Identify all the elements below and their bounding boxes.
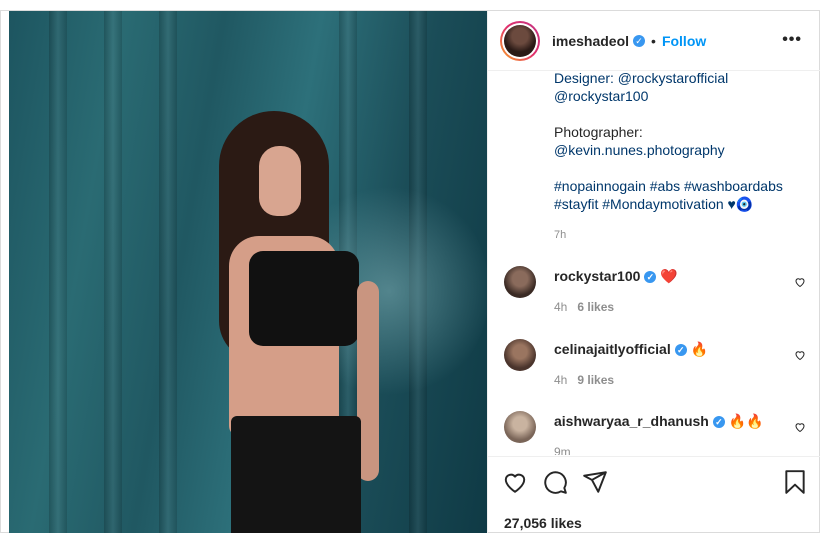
post-header: imeshadeol ✓ • Follow •••	[488, 11, 820, 71]
caption-designer-handle[interactable]: @rockystar100	[554, 87, 804, 105]
post-side-panel: imeshadeol ✓ • Follow ••• Designer: @roc…	[487, 11, 820, 533]
heart-icon[interactable]	[502, 469, 528, 495]
caption-photographer-handle[interactable]: @kevin.nunes.photography	[554, 141, 804, 159]
comment-item: rockystar100 ✓ ❤️ 4h 6 likes	[488, 266, 820, 336]
comment-heart-icon[interactable]	[794, 421, 806, 433]
comment-avatar[interactable]	[504, 411, 536, 443]
comment-likes[interactable]: 9 likes	[577, 373, 614, 387]
verified-badge-icon: ✓	[712, 416, 725, 429]
comment-text: 🔥	[690, 341, 709, 357]
caption-hashtags-2[interactable]: #stayfit #Mondaymotivation ♥🧿	[554, 195, 804, 213]
caption-photographer-label: Photographer:	[554, 124, 643, 140]
caption-timestamp[interactable]: 7h	[554, 229, 566, 241]
comment-avatar[interactable]	[504, 339, 536, 371]
comment-meta: 4h 6 likes	[554, 300, 614, 314]
curtain-fold	[104, 11, 122, 533]
comment-heart-icon[interactable]	[794, 276, 806, 288]
comment-username[interactable]: aishwaryaa_r_dhanush	[554, 413, 709, 429]
comment-time[interactable]: 4h	[554, 300, 567, 314]
comment-time[interactable]: 9m	[554, 445, 571, 455]
comment-text: 🔥🔥	[728, 413, 764, 429]
avatar-inner	[502, 22, 538, 59]
post-photo[interactable]	[9, 11, 487, 533]
verified-badge-icon: ✓	[674, 344, 687, 357]
header-separator: •	[651, 32, 656, 49]
post-caption: Designer: @rockystarofficial @rockystar1…	[554, 69, 804, 213]
caption-hashtags-1[interactable]: #nopainnogain #abs #washboardabs	[554, 177, 804, 195]
bookmark-icon[interactable]	[782, 469, 808, 495]
comment-item: celinajaitlyofficial ✓ 🔥 4h 9 likes	[488, 339, 820, 409]
caption-designer[interactable]: Designer: @rockystarofficial	[554, 69, 804, 87]
comment-heart-icon[interactable]	[794, 349, 806, 361]
avatar-image	[504, 24, 536, 57]
follow-button[interactable]: Follow	[662, 33, 706, 49]
comment-text: ❤️	[660, 268, 678, 284]
comment-item: aishwaryaa_r_dhanush ✓ 🔥🔥 9m	[488, 411, 820, 455]
profile-avatar[interactable]	[500, 20, 540, 61]
more-options-icon[interactable]: •••	[782, 31, 802, 49]
likes-count[interactable]: 27,056 likes	[504, 515, 582, 531]
curtain-fold	[159, 11, 177, 533]
comment-meta: 9m	[554, 445, 571, 455]
comment-username[interactable]: celinajaitlyofficial	[554, 341, 671, 357]
comment-header: celinajaitlyofficial ✓ 🔥	[554, 341, 708, 358]
comment-likes[interactable]: 6 likes	[577, 300, 614, 314]
instagram-post: imeshadeol ✓ • Follow ••• Designer: @roc…	[0, 10, 820, 533]
subject-top	[249, 251, 359, 346]
comment-username[interactable]: rockystar100	[554, 268, 640, 284]
subject-face	[259, 146, 301, 216]
curtain-fold	[49, 11, 67, 533]
share-icon[interactable]	[582, 469, 608, 495]
comment-icon[interactable]	[542, 469, 568, 495]
verified-badge-icon: ✓	[633, 34, 646, 47]
comment-meta: 4h 9 likes	[554, 373, 614, 387]
comment-header: aishwaryaa_r_dhanush ✓ 🔥🔥	[554, 413, 764, 430]
verified-badge-icon: ✓	[644, 271, 657, 284]
post-actions: 27,056 likes	[488, 456, 820, 533]
post-username[interactable]: imeshadeol	[552, 33, 629, 49]
subject-pants	[231, 416, 361, 533]
comment-time[interactable]: 4h	[554, 373, 567, 387]
comment-avatar[interactable]	[504, 266, 536, 298]
photo-subject	[179, 106, 379, 533]
comment-header: rockystar100 ✓ ❤️	[554, 268, 678, 285]
